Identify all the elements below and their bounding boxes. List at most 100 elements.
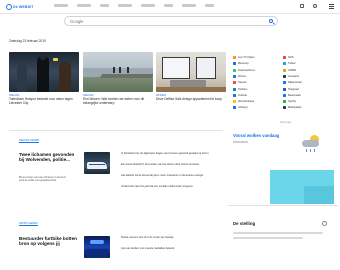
sport-thumbnail[interactable] [84,236,110,258]
site-favicon-icon [233,74,236,78]
show-more-link[interactable]: Toon meer [280,121,291,124]
quick-link[interactable]: Postbus [233,87,248,91]
site-favicon-icon [283,62,286,66]
poll-text-line [233,232,323,234]
hero-image [83,52,153,92]
site-favicon-icon [283,81,286,85]
sport-section-tab[interactable]: SPORT HEDEN [19,222,38,227]
quick-link-label: Nieuws [238,81,247,85]
weather-location: AMSTERDAM [233,142,248,144]
quick-link[interactable]: Wonen [233,74,247,78]
sport-headline[interactable]: Bestuurder furtbike botten bron op volge… [19,236,79,247]
nav-item[interactable] [118,4,132,7]
quick-link[interactable]: Telegraaf [283,87,299,91]
news-list-item[interactable]: Duitse coureur wint rit in de ronde van … [121,236,217,239]
quick-link[interactable]: Twitter [283,62,296,66]
site-favicon-icon [233,93,236,97]
site-favicon-icon [283,100,286,104]
quick-link-label: Autoparts [288,74,300,78]
hero-card[interactable]: NIEUWS Een Wonen: Wat moeten we weten ov… [83,52,153,105]
news-lead: Bij het vinden van twee lichamen in de b… [19,176,66,183]
quick-link[interactable]: Autoparts [283,74,300,78]
nav-item[interactable] [100,4,109,7]
news-list-item[interactable]: Lijst van landen met meeste medailles be… [121,247,217,250]
date-label: Zaterdag 23 februari 2019 [9,39,46,43]
quick-link[interactable]: Nieuws [233,81,247,85]
search-icon[interactable] [269,19,273,24]
main-nav [54,4,214,7]
quick-link[interactable]: Zoekmachines [233,68,255,72]
cloud-sun-rain-icon [300,134,322,154]
quick-link-label: Spotify [288,100,296,104]
site-favicon-icon [233,68,236,72]
quick-link[interactable]: Outlook [233,93,247,97]
quick-link[interactable]: Marktplaats [283,106,301,110]
poll-text-line [233,237,303,239]
quick-link-label: Buienradar [288,93,301,97]
settings-icon[interactable] [322,221,327,226]
quick-link[interactable]: ANWB [283,68,296,72]
site-favicon-icon [233,100,236,104]
quick-link-label: Postbus [238,87,248,91]
site-favicon-icon [283,74,286,78]
quick-link-label: Outlook [238,93,247,97]
hero-title[interactable]: Tottenham Hotspur bedankt voor steun teg… [9,97,79,106]
news-section-tab[interactable]: NIEUWS HEDEN [19,139,40,144]
quick-link-label: Twitter [288,62,296,66]
quick-link-label: Live TV Kijken [238,56,255,59]
news-headline[interactable]: Twee lichamen gevonden bij Wolvenden, po… [19,152,79,163]
quick-link[interactable]: Woordenboek [233,100,255,104]
hero-title[interactable]: Een Wonen: Wat moeten we weten over dit … [83,97,153,106]
user-icon[interactable] [313,4,317,8]
hero-card[interactable]: NIEUWS Tottenham Hotspur bedankt voor st… [9,52,79,105]
search-engine-label: Google [70,19,84,25]
quick-link[interactable]: Bioscoop [233,62,249,66]
news-list-item[interactable]: Het kabinet wil de komende jaren meer in… [121,174,217,177]
nav-item[interactable] [77,4,91,7]
news-list-item[interactable]: In Duitsland zijn de afgelopen dagen vee… [121,152,217,155]
nav-item[interactable] [54,4,68,7]
nav-item[interactable] [182,4,196,7]
quick-link-label: Wonen [238,74,247,78]
hero-image [9,52,79,92]
weather-top-icon[interactable] [300,4,304,8]
news-thumbnail[interactable] [84,152,110,174]
quick-link-label: Woordenboek [238,100,255,104]
site-favicon-icon [233,81,236,85]
quick-link[interactable]: Live TV Kijken [233,56,255,59]
quick-link[interactable]: Rijksportaal [283,81,302,85]
site-logo[interactable]: Dé WEBSIT [6,3,33,11]
site-favicon-icon [283,93,286,97]
quick-link[interactable]: NOS [283,56,294,59]
quick-link[interactable]: Spotify [283,100,296,104]
nav-item[interactable] [141,4,155,7]
site-favicon-icon [233,56,236,59]
logo-text: Dé WEBSIT [13,5,34,9]
hero-title[interactable]: Deze Delftse Sale design appartement te … [156,97,226,102]
advertisement-banner[interactable] [270,170,334,204]
quick-link[interactable]: Buienradar [283,93,301,97]
quick-link-label: NOS [288,56,294,59]
weather-title[interactable]: Vooral wolken vandaag [233,133,279,138]
news-list-item[interactable]: Onderzoek naar het gebruik van sociale m… [121,185,217,188]
quick-link-label: Achtergr [238,106,248,110]
quick-link-label: Zoekmachines [238,68,255,72]
quick-link[interactable]: Achtergr [233,106,248,110]
site-favicon-icon [283,87,286,91]
hero-card[interactable]: WONEN Deze Delftse Sale design apparteme… [156,52,226,102]
site-favicon-icon [283,68,286,72]
quick-link-label: ANWB [288,68,296,72]
news-list-item[interactable]: Een boerenbedrijf in het oosten van het … [121,163,217,166]
site-favicon-icon [233,106,236,110]
nav-item[interactable] [164,4,173,7]
site-favicon-icon [283,106,286,110]
hero-image [156,52,226,92]
logo-icon [6,4,12,10]
search-input[interactable]: Google [64,16,278,26]
top-navigation-bar: Dé WEBSIT [0,0,340,14]
quick-link-label: Telegraaf [288,87,299,91]
nav-item[interactable] [205,4,214,7]
site-favicon-icon [283,56,286,59]
menu-icon[interactable] [329,4,334,9]
site-favicon-icon [233,62,236,66]
